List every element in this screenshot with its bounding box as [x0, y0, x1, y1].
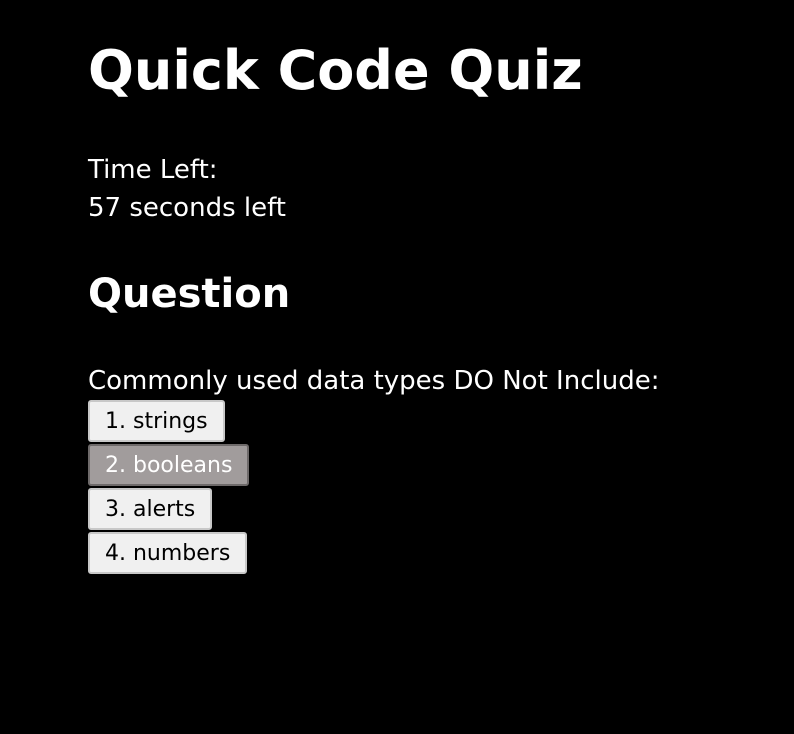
- question-text: Commonly used data types DO Not Include:: [88, 366, 660, 396]
- timer-value: 57 seconds left: [88, 193, 286, 223]
- answer-button-1[interactable]: 1. strings: [88, 400, 225, 442]
- answer-button-2[interactable]: 2. booleans: [88, 444, 250, 486]
- page-title: Quick Code Quiz: [88, 39, 583, 102]
- answer-list: 1. strings 2. booleans 3. alerts 4. numb…: [88, 400, 250, 576]
- answer-button-4[interactable]: 4. numbers: [88, 532, 248, 574]
- question-heading: Question: [88, 271, 291, 317]
- answer-button-3[interactable]: 3. alerts: [88, 488, 213, 530]
- timer-label: Time Left:: [88, 155, 218, 185]
- timer: Time Left: 57 seconds left: [88, 151, 286, 227]
